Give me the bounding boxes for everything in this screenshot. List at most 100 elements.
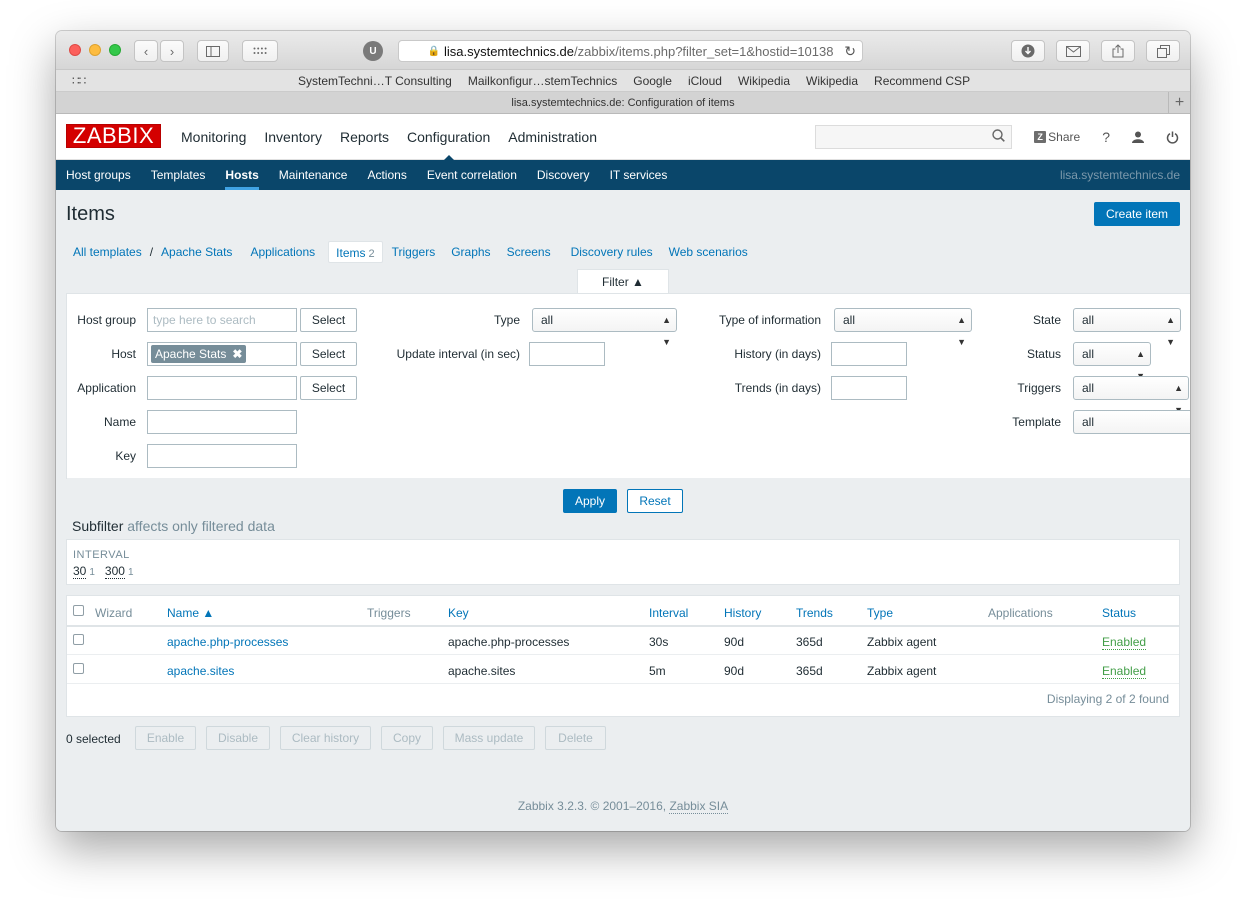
template-select[interactable]: all (1073, 410, 1190, 434)
help-icon[interactable]: ? (1102, 129, 1110, 145)
zabbix-sia-link[interactable]: Zabbix SIA (669, 799, 729, 814)
item-name-link[interactable]: apache.sites (167, 664, 234, 678)
browser-tab[interactable]: lisa.systemtechnics.de: Configuration of… (56, 92, 1190, 114)
name-input[interactable] (147, 410, 297, 434)
bookmark-item[interactable]: iCloud (688, 74, 722, 88)
back-button[interactable]: ‹ (134, 40, 158, 62)
submenu-discovery[interactable]: Discovery (527, 160, 600, 190)
column-header-name[interactable]: Name ▲ (167, 606, 214, 620)
disable-button[interactable]: Disable (206, 726, 270, 750)
enable-button[interactable]: Enable (135, 726, 196, 750)
forward-button[interactable]: › (160, 40, 184, 62)
downloads-button[interactable] (1011, 40, 1045, 62)
key-input[interactable] (147, 444, 297, 468)
power-icon[interactable] (1166, 131, 1179, 144)
column-header-status[interactable]: Status (1102, 606, 1136, 620)
status-select[interactable]: all▲▼ (1073, 342, 1151, 381)
sidebar-button[interactable] (197, 40, 229, 62)
column-header-key[interactable]: Key (448, 606, 469, 620)
apply-button[interactable]: Apply (563, 489, 617, 513)
bookmark-item[interactable]: Wikipedia (738, 74, 790, 88)
create-item-button[interactable]: Create item (1094, 202, 1180, 226)
item-status-toggle[interactable]: Enabled (1102, 635, 1147, 650)
new-tab-button[interactable]: + (1168, 92, 1190, 113)
reset-button[interactable]: Reset (627, 489, 683, 513)
state-select[interactable]: all ▲ ▼ (1073, 308, 1181, 347)
grid-icon[interactable]: ∷∷ (72, 74, 86, 88)
ublock-extension-icon[interactable]: U (363, 41, 383, 61)
bookmark-item[interactable]: Wikipedia (806, 74, 858, 88)
history-input[interactable] (831, 342, 907, 366)
subfilter-value[interactable]: 300 1 (104, 564, 134, 579)
reload-icon[interactable]: ↻ (844, 43, 856, 60)
application-select-button[interactable]: Select (300, 376, 357, 400)
tab-discovery-rules[interactable]: Discovery rules (564, 241, 660, 263)
subfilter-value-label[interactable]: 300 (104, 564, 125, 579)
column-header-history[interactable]: History (724, 606, 761, 620)
bookmark-item[interactable]: Recommend CSP (874, 74, 970, 88)
close-window-button[interactable] (69, 44, 81, 56)
trends-input[interactable] (831, 376, 907, 400)
minimize-window-button[interactable] (89, 44, 101, 56)
filter-toggle-tab[interactable]: Filter ▲ (577, 269, 669, 293)
copy-button[interactable]: Copy (381, 726, 433, 750)
submenu-host-groups[interactable]: Host groups (56, 160, 141, 190)
menu-reports[interactable]: Reports (332, 114, 397, 160)
submenu-maintenance[interactable]: Maintenance (269, 160, 358, 190)
delete-button[interactable]: Delete (545, 726, 606, 750)
tab-applications[interactable]: Applications (243, 241, 322, 263)
maximize-window-button[interactable] (109, 44, 121, 56)
tab-all-templates[interactable]: All templates (66, 241, 149, 263)
menu-monitoring[interactable]: Monitoring (173, 114, 254, 160)
zabbix-logo[interactable]: ZABBIX (66, 123, 161, 148)
host-select-button[interactable]: Select (300, 342, 357, 366)
submenu-event-correlation[interactable]: Event correlation (417, 160, 527, 190)
host-group-input[interactable]: type here to search (147, 308, 297, 332)
tab-screens[interactable]: Screens (500, 241, 558, 263)
tab-items[interactable]: Items 2 (328, 241, 383, 263)
host-group-select-button[interactable]: Select (300, 308, 357, 332)
share-button[interactable]: Z Share (1034, 130, 1080, 144)
row-checkbox[interactable] (73, 634, 84, 645)
column-header-trends[interactable]: Trends (796, 606, 833, 620)
remove-chip-icon[interactable]: ✖ (232, 347, 242, 361)
tab-triggers[interactable]: Triggers (385, 241, 443, 263)
mail-button[interactable] (1056, 40, 1090, 62)
share-sheet-button[interactable] (1101, 40, 1135, 62)
search-icon[interactable] (992, 129, 1005, 142)
search-input[interactable] (815, 125, 1012, 149)
tab-host-apache-stats[interactable]: Apache Stats (154, 241, 239, 263)
bookmark-item[interactable]: Mailkonfigur…stemTechnics (468, 74, 617, 88)
top-sites-button[interactable] (242, 40, 278, 62)
clear-history-button[interactable]: Clear history (280, 726, 371, 750)
triggers-select[interactable]: all▲▼ (1073, 376, 1189, 415)
type-select[interactable]: all ▲ ▼ (532, 308, 677, 347)
menu-inventory[interactable]: Inventory (256, 114, 330, 160)
column-header-interval[interactable]: Interval (649, 606, 688, 620)
mass-update-button[interactable]: Mass update (443, 726, 535, 750)
submenu-it-services[interactable]: IT services (600, 160, 678, 190)
update-interval-input[interactable] (529, 342, 605, 366)
item-name-link[interactable]: apache.php-processes (167, 635, 288, 649)
user-profile-icon[interactable] (1132, 131, 1144, 143)
tab-graphs[interactable]: Graphs (444, 241, 497, 263)
column-header-type[interactable]: Type (867, 606, 893, 620)
submenu-templates[interactable]: Templates (141, 160, 216, 190)
tabs-overview-button[interactable] (1146, 40, 1180, 62)
host-input[interactable]: Apache Stats ✖ (147, 342, 297, 366)
menu-administration[interactable]: Administration (500, 114, 605, 160)
type-of-information-select[interactable]: all ▲ ▼ (834, 308, 972, 347)
menu-configuration[interactable]: Configuration (399, 114, 498, 161)
application-input[interactable] (147, 376, 297, 400)
subfilter-value[interactable]: 30 1 (73, 564, 95, 579)
row-checkbox[interactable] (73, 663, 84, 674)
submenu-hosts[interactable]: Hosts (215, 160, 268, 190)
submenu-actions[interactable]: Actions (357, 160, 416, 190)
bookmark-item[interactable]: SystemTechni…T Consulting (298, 74, 452, 88)
address-bar[interactable]: 🔒 lisa.systemtechnics.de/zabbix/items.ph… (398, 40, 863, 62)
select-all-checkbox[interactable] (73, 605, 84, 616)
subfilter-value-label[interactable]: 30 (73, 564, 87, 579)
item-status-toggle[interactable]: Enabled (1102, 664, 1147, 679)
bookmark-item[interactable]: Google (633, 74, 672, 88)
tab-web-scenarios[interactable]: Web scenarios (662, 241, 755, 263)
